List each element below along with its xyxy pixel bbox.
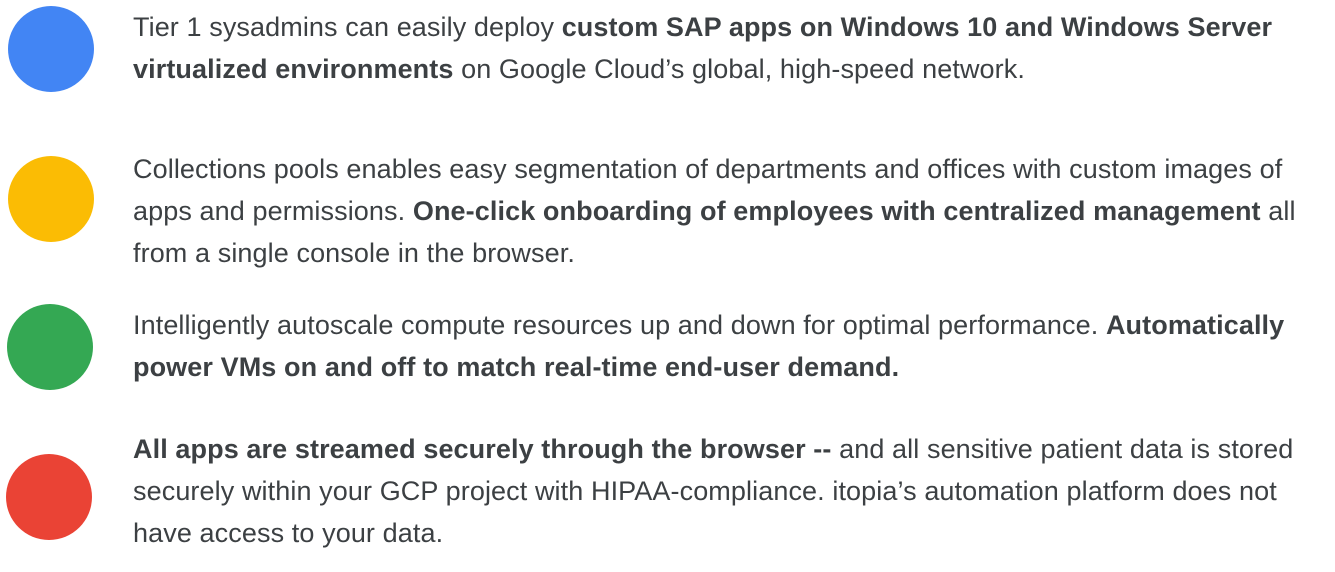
feature-text-part: Intelligently autoscale compute resource… [133, 310, 1106, 340]
feature-text: Intelligently autoscale compute resource… [133, 304, 1323, 388]
feature-text: Collections pools enables easy segmentat… [133, 148, 1323, 274]
feature-text: Tier 1 sysadmins can easily deploy custo… [133, 6, 1323, 90]
feature-text-highlight: One-click onboarding of employees with c… [412, 196, 1261, 226]
blue-circle-icon [8, 6, 94, 92]
feature-text-part: Tier 1 sysadmins can easily deploy [133, 12, 562, 42]
feature-text-highlight: All apps are streamed securely through t… [133, 434, 832, 464]
feature-text-part: on Google Cloud’s global, high-speed net… [453, 54, 1025, 84]
red-circle-icon [6, 454, 92, 540]
yellow-circle-icon [8, 156, 94, 242]
feature-text: All apps are streamed securely through t… [133, 428, 1323, 554]
green-circle-icon [7, 304, 93, 390]
